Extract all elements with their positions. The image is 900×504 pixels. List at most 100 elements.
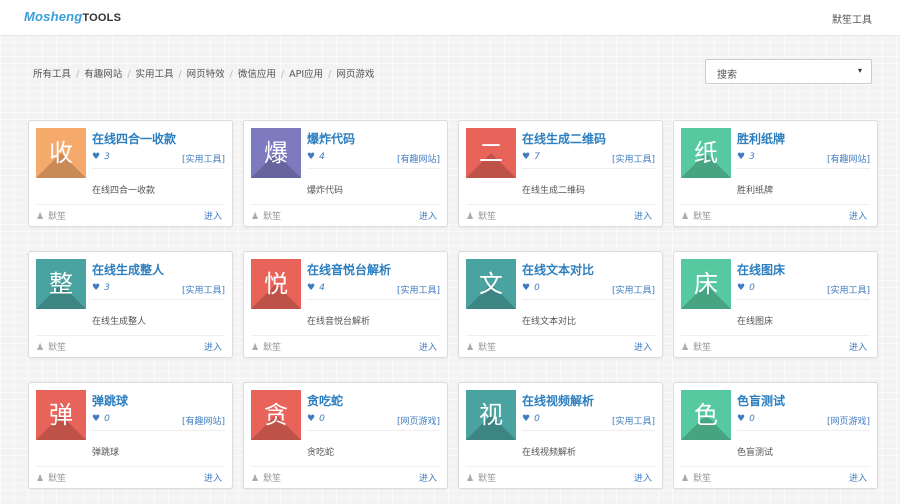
divider	[36, 335, 225, 336]
category-filter-bar: 所有工具 / 有趣网站 / 实用工具 / 网页特效 / 微信应用 / API应用 / 网页游戏	[33, 66, 374, 80]
tool-icon-tile[interactable]: 贪	[251, 390, 301, 440]
like-count[interactable]: ♥ 4	[307, 283, 325, 293]
enter-link[interactable]: 进入	[849, 471, 867, 484]
tool-icon-tile[interactable]: 二	[466, 128, 516, 178]
tool-icon-tile[interactable]: 整	[36, 259, 86, 309]
tool-title[interactable]: 在线生成二维码	[522, 130, 606, 147]
tool-card[interactable]: 爆爆炸代码 ♥ 4 [有趣网站] 爆炸代码 ♟ 默笙 进入	[243, 120, 448, 227]
tool-description: 贪吃蛇	[307, 448, 335, 458]
category-tag[interactable]: [实用工具]	[182, 152, 225, 165]
category-tag[interactable]: [实用工具]	[612, 152, 655, 165]
user-icon: ♟	[36, 343, 45, 353]
category-tag[interactable]: [实用工具]	[182, 283, 225, 296]
enter-link[interactable]: 进入	[419, 340, 437, 353]
category-tag[interactable]: [实用工具]	[612, 414, 655, 427]
author: ♟ 默笙	[681, 471, 711, 484]
like-count[interactable]: ♥ 7	[522, 152, 540, 162]
enter-link[interactable]: 进入	[634, 471, 652, 484]
tool-title[interactable]: 胜利纸牌	[737, 130, 785, 147]
like-count[interactable]: ♥ 0	[92, 414, 110, 424]
tool-card[interactable]: 收在线四合一收款 ♥ 3 [实用工具] 在线四合一收款 ♟ 默笙 进入	[28, 120, 233, 227]
category-tag[interactable]: [有趣网站]	[397, 152, 440, 165]
tool-title[interactable]: 弹跳球	[92, 392, 128, 409]
tool-title[interactable]: 色盲测试	[737, 392, 785, 409]
category-link[interactable]: 网页游戏	[336, 69, 374, 80]
user-icon: ♟	[36, 474, 45, 484]
tool-icon-tile[interactable]: 床	[681, 259, 731, 309]
category-tag[interactable]: [网页游戏]	[397, 414, 440, 427]
enter-link[interactable]: 进入	[204, 209, 222, 222]
like-count[interactable]: ♥ 3	[92, 152, 110, 162]
tool-title[interactable]: 在线图床	[737, 261, 785, 278]
tool-icon-tile[interactable]: 文	[466, 259, 516, 309]
tool-icon-tile[interactable]: 视	[466, 390, 516, 440]
author-name: 默笙	[48, 343, 67, 353]
tool-card[interactable]: 文在线文本对比 ♥ 0 [实用工具] 在线文本对比 ♟ 默笙 进入	[458, 251, 663, 358]
tool-title[interactable]: 爆炸代码	[307, 130, 355, 147]
tool-title[interactable]: 在线视频解析	[522, 392, 594, 409]
enter-link[interactable]: 进入	[634, 209, 652, 222]
category-tag[interactable]: [网页游戏]	[827, 414, 870, 427]
category-tag[interactable]: [实用工具]	[612, 283, 655, 296]
tool-icon-tile[interactable]: 悦	[251, 259, 301, 309]
user-icon: ♟	[466, 474, 475, 484]
enter-link[interactable]: 进入	[634, 340, 652, 353]
search-placeholder: 搜索	[717, 70, 737, 81]
site-logo[interactable]: MoshengTOOLS	[24, 9, 121, 24]
tool-icon-tile[interactable]: 纸	[681, 128, 731, 178]
like-count[interactable]: ♥ 0	[522, 414, 540, 424]
like-count[interactable]: ♥ 0	[307, 414, 325, 424]
category-link[interactable]: 有趣网站	[84, 69, 122, 80]
tool-card[interactable]: 悦在线音悦台解析 ♥ 4 [实用工具] 在线音悦台解析 ♟ 默笙 进入	[243, 251, 448, 358]
category-tag[interactable]: [实用工具]	[397, 283, 440, 296]
category-link[interactable]: API应用	[289, 69, 323, 80]
nav-link-home[interactable]: 默笙工具	[832, 11, 872, 26]
tool-card[interactable]: 色色盲测试 ♥ 0 [网页游戏] 色盲测试 ♟ 默笙 进入	[673, 382, 878, 489]
tool-card[interactable]: 纸胜利纸牌 ♥ 3 [有趣网站] 胜利纸牌 ♟ 默笙 进入	[673, 120, 878, 227]
like-count[interactable]: ♥ 0	[522, 283, 540, 293]
tool-card[interactable]: 二在线生成二维码 ♥ 7 [实用工具] 在线生成二维码 ♟ 默笙 进入	[458, 120, 663, 227]
category-link[interactable]: 所有工具	[33, 69, 71, 80]
like-count[interactable]: ♥ 0	[737, 414, 755, 424]
tool-icon-tile[interactable]: 爆	[251, 128, 301, 178]
like-count[interactable]: ♥ 4	[307, 152, 325, 162]
category-tag[interactable]: [有趣网站]	[827, 152, 870, 165]
category-link[interactable]: 网页特效	[187, 69, 225, 80]
tool-title[interactable]: 贪吃蛇	[307, 392, 343, 409]
like-count[interactable]: ♥ 3	[737, 152, 755, 162]
like-count[interactable]: ♥ 0	[737, 283, 755, 293]
user-icon: ♟	[251, 212, 260, 222]
like-count[interactable]: ♥ 3	[92, 283, 110, 293]
tool-title[interactable]: 在线生成整人	[92, 261, 164, 278]
category-link[interactable]: 微信应用	[238, 69, 276, 80]
divider	[681, 466, 870, 467]
enter-link[interactable]: 进入	[204, 340, 222, 353]
tool-title[interactable]: 在线四合一收款	[92, 130, 176, 147]
tool-card[interactable]: 床在线图床 ♥ 0 [实用工具] 在线图床 ♟ 默笙 进入	[673, 251, 878, 358]
tool-title[interactable]: 在线音悦台解析	[307, 261, 391, 278]
like-value: 0	[749, 414, 755, 424]
category-tag[interactable]: [实用工具]	[827, 283, 870, 296]
tile-char: 整	[49, 270, 73, 298]
search-select[interactable]: 搜索 ▾	[705, 59, 872, 84]
enter-link[interactable]: 进入	[849, 209, 867, 222]
tool-icon-tile[interactable]: 弹	[36, 390, 86, 440]
tool-card[interactable]: 视在线视频解析 ♥ 0 [实用工具] 在线视频解析 ♟ 默笙 进入	[458, 382, 663, 489]
enter-link[interactable]: 进入	[419, 471, 437, 484]
enter-link[interactable]: 进入	[849, 340, 867, 353]
divider	[92, 430, 225, 431]
tool-icon-tile[interactable]: 色	[681, 390, 731, 440]
heart-icon: ♥	[522, 414, 531, 424]
tool-card[interactable]: 整在线生成整人 ♥ 3 [实用工具] 在线生成整人 ♟ 默笙 进入	[28, 251, 233, 358]
divider	[307, 299, 440, 300]
author-name: 默笙	[693, 212, 712, 222]
tool-title[interactable]: 在线文本对比	[522, 261, 594, 278]
category-link[interactable]: 实用工具	[135, 69, 173, 80]
tool-card[interactable]: 贪贪吃蛇 ♥ 0 [网页游戏] 贪吃蛇 ♟ 默笙 进入	[243, 382, 448, 489]
enter-link[interactable]: 进入	[204, 471, 222, 484]
enter-link[interactable]: 进入	[419, 209, 437, 222]
category-tag[interactable]: [有趣网站]	[182, 414, 225, 427]
tool-icon-tile[interactable]: 收	[36, 128, 86, 178]
tool-card[interactable]: 弹弹跳球 ♥ 0 [有趣网站] 弹跳球 ♟ 默笙 进入	[28, 382, 233, 489]
heart-icon: ♥	[307, 414, 316, 424]
